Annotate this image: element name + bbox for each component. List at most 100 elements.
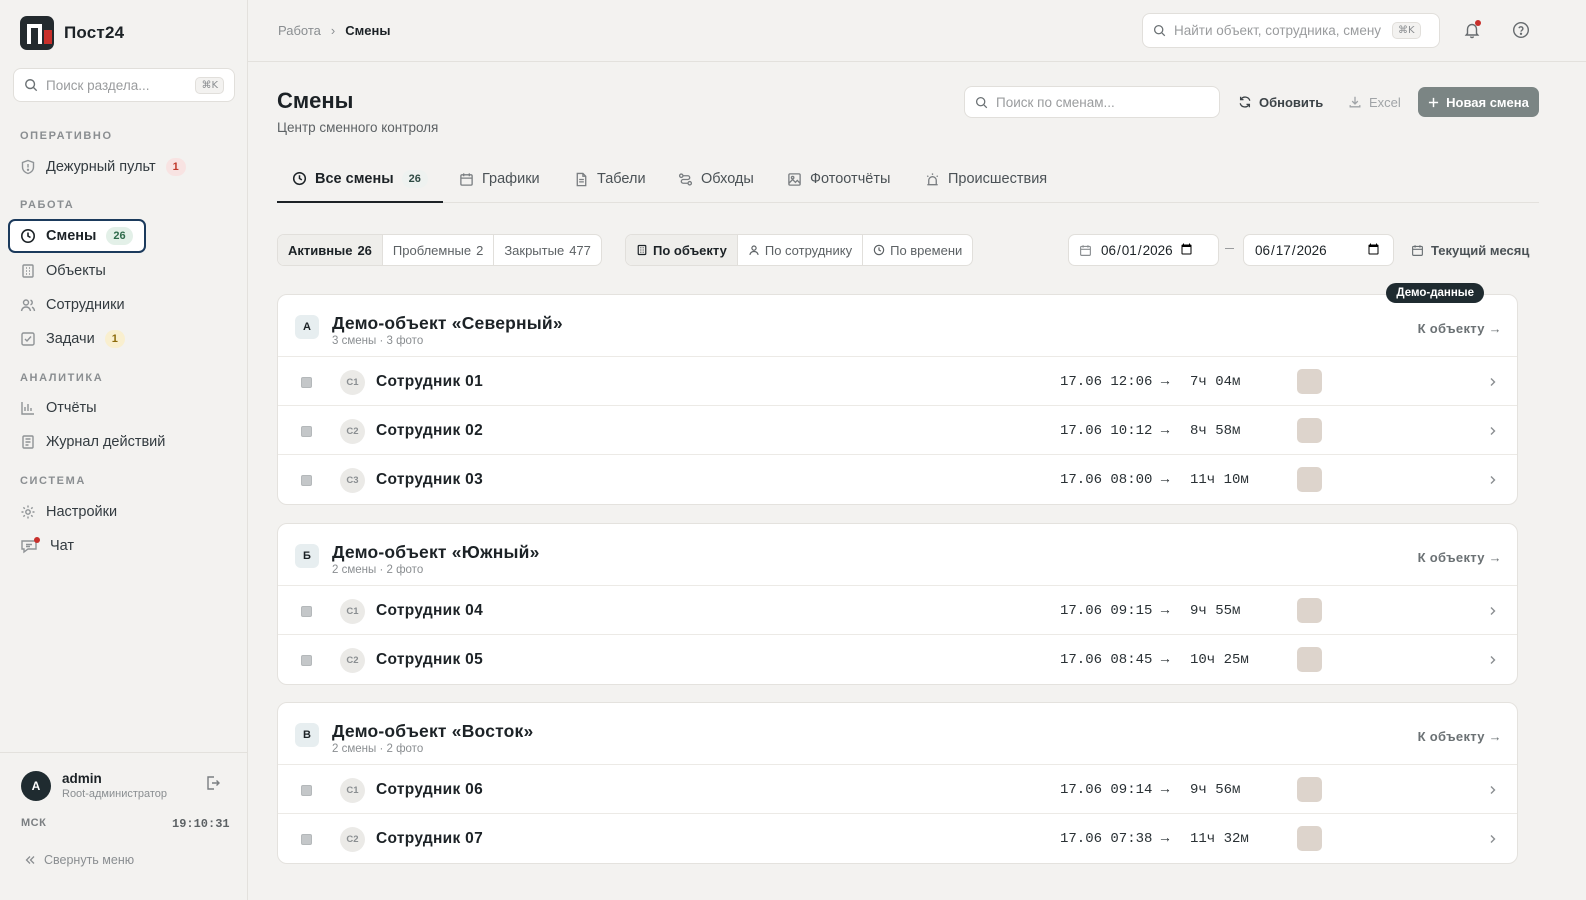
sidebar-item-shifts[interactable]: Смены 26 (8, 219, 146, 253)
sidebar-search-input[interactable] (46, 77, 188, 93)
count-badge: 26 (106, 227, 133, 245)
sidebar-item-objects[interactable]: Объекты (10, 254, 116, 288)
group-by-object[interactable]: По объекту (626, 235, 738, 265)
chevron-right-icon[interactable] (1488, 606, 1497, 616)
row-checkbox[interactable] (301, 606, 312, 617)
row-checkbox[interactable] (301, 785, 312, 796)
current-month-button[interactable]: Текущий месяц (1411, 234, 1529, 266)
new-shift-button[interactable]: Новая смена (1418, 87, 1539, 117)
shift-row[interactable]: С2 Сотрудник 02 17.06 10:12 → 8ч 58м (278, 406, 1517, 455)
group-by-time[interactable]: По времени (863, 235, 972, 265)
tab-label: Все смены (315, 170, 394, 187)
building-icon (637, 244, 647, 256)
avatar[interactable]: A (21, 771, 51, 801)
refresh-button[interactable]: Обновить (1238, 87, 1323, 117)
filter-active[interactable]: Активные 26 (278, 235, 383, 265)
row-checkbox[interactable] (301, 655, 312, 666)
go-to-object-link[interactable]: К объекту → (1418, 321, 1502, 336)
sidebar-item-tasks[interactable]: Задачи 1 (10, 322, 135, 356)
tab-label: Графики (482, 171, 540, 187)
notifications-button[interactable] (1463, 20, 1481, 39)
filter-count: 2 (476, 242, 484, 258)
shift-row[interactable]: С1 Сотрудник 01 17.06 12:06 → 7ч 04м (278, 357, 1517, 406)
group-by-employee[interactable]: По сотруднику (738, 235, 864, 265)
global-search[interactable]: ⌘K (1142, 13, 1440, 48)
help-button[interactable] (1512, 21, 1530, 39)
tab-photo-reports[interactable]: Фотоотчёты (787, 156, 890, 202)
logout-icon[interactable] (205, 775, 221, 791)
row-checkbox[interactable] (301, 475, 312, 486)
breadcrumb-parent[interactable]: Работа (278, 23, 321, 38)
photo-thumbnail[interactable] (1297, 598, 1322, 623)
shift-duration: 11ч 32м (1190, 831, 1249, 847)
photo-thumbnail[interactable] (1297, 647, 1322, 672)
filter-closed[interactable]: Закрытые 477 (494, 235, 601, 265)
go-to-object-link[interactable]: К объекту → (1418, 550, 1502, 565)
sidebar-item-chat[interactable]: Чат (10, 529, 84, 563)
chevron-right-icon[interactable] (1488, 377, 1497, 387)
shift-row[interactable]: С1 Сотрудник 06 17.06 09:14 → 9ч 56м (278, 765, 1517, 814)
employee-avatar: С1 (340, 599, 365, 624)
sidebar-item-reports[interactable]: Отчёты (10, 391, 107, 425)
building-icon (22, 264, 34, 278)
go-to-object-link[interactable]: К объекту → (1418, 729, 1502, 744)
tab-rounds[interactable]: Обходы (678, 156, 754, 202)
sidebar-item-journal[interactable]: Журнал действий (10, 425, 175, 459)
filter-problem[interactable]: Проблемные 2 (383, 235, 495, 265)
help-icon (1512, 21, 1530, 39)
shift-row[interactable]: С1 Сотрудник 04 17.06 09:15 → 9ч 55м (278, 586, 1517, 635)
shift-duration: 9ч 56м (1190, 782, 1241, 798)
excel-export-button[interactable]: Excel (1348, 87, 1401, 117)
shift-row[interactable]: С3 Сотрудник 03 17.06 08:00 → 11ч 10м (278, 455, 1517, 504)
tab-all-shifts[interactable]: Все смены 26 (277, 156, 443, 203)
photo-thumbnail[interactable] (1297, 467, 1322, 492)
chevrons-left-icon (25, 856, 35, 864)
shift-search-input[interactable] (996, 94, 1196, 110)
sidebar-item-label: Чат (50, 538, 75, 554)
tab-timesheets[interactable]: Табели (574, 156, 646, 202)
collapse-menu-button[interactable]: Свернуть меню (24, 853, 134, 867)
sidebar-item-label: Задачи (46, 331, 95, 347)
shift-row[interactable]: С2 Сотрудник 05 17.06 08:45 → 10ч 25м (278, 635, 1517, 684)
photo-thumbnail[interactable] (1297, 369, 1322, 394)
plus-icon (1429, 97, 1439, 107)
tab-schedules[interactable]: Графики (459, 156, 540, 202)
object-group-header: А Демо-объект «Северный» 3 смены · 3 фот… (278, 283, 1517, 357)
date-from[interactable] (1068, 234, 1219, 266)
filter-label: Закрытые (504, 242, 565, 258)
sidebar-item-settings[interactable]: Настройки (10, 495, 127, 529)
photo-thumbnail[interactable] (1297, 418, 1322, 443)
photo-thumbnail[interactable] (1297, 777, 1322, 802)
refresh-icon (1239, 96, 1251, 108)
sidebar-item-staff[interactable]: Сотрудники (10, 288, 135, 322)
calendar-icon (460, 172, 473, 186)
chevron-right-icon[interactable] (1488, 426, 1497, 436)
brand[interactable]: Пост24 (20, 16, 124, 50)
row-checkbox[interactable] (301, 834, 312, 845)
employee-avatar: С3 (340, 468, 365, 493)
shift-search[interactable] (964, 86, 1220, 118)
shift-start: 17.06 10:12 → (1060, 423, 1170, 439)
sidebar-search[interactable]: ⌘K (13, 68, 235, 102)
tab-incidents[interactable]: Происшествия (925, 156, 1047, 202)
chevron-right-icon[interactable] (1488, 785, 1497, 795)
global-search-input[interactable] (1174, 23, 1384, 38)
object-group: Б Демо-объект «Южный» 2 смены · 2 фото К… (277, 523, 1518, 685)
sidebar-item-label: Журнал действий (46, 434, 166, 450)
search-icon (975, 96, 988, 108)
photo-thumbnail[interactable] (1297, 826, 1322, 851)
chevron-right-icon[interactable] (1488, 655, 1497, 665)
object-group-header: В Демо-объект «Восток» 2 смены · 2 фото … (278, 703, 1517, 765)
new-shift-label: Новая смена (1446, 94, 1529, 110)
date-from-input[interactable] (1100, 241, 1195, 259)
chevron-right-icon[interactable] (1488, 475, 1497, 485)
chevron-right-icon[interactable] (1488, 834, 1497, 844)
row-checkbox[interactable] (301, 426, 312, 437)
row-checkbox[interactable] (301, 377, 312, 388)
sidebar-item-label: Объекты (46, 263, 106, 279)
date-to[interactable] (1243, 234, 1394, 266)
sidebar-item-duty[interactable]: Дежурный пульт 1 (10, 150, 196, 184)
timezone: МСК (21, 817, 47, 829)
shift-row[interactable]: С2 Сотрудник 07 17.06 07:38 → 11ч 32м (278, 814, 1517, 863)
date-to-input[interactable] (1254, 241, 1382, 259)
